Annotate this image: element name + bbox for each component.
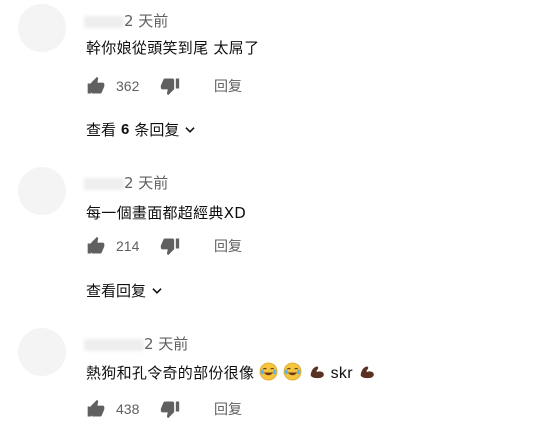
comment-meta: 2 天前 (84, 10, 168, 31)
comment-meta: 2 天前 (84, 333, 188, 354)
comment-actions: 438 回复 (86, 398, 242, 420)
comment-time[interactable]: 2 天前 (124, 12, 168, 30)
avatar[interactable] (18, 167, 66, 215)
comment-text: 幹你娘從頭笑到尾 太屌了 (86, 39, 260, 57)
view-replies-suffix: 条回复 (134, 121, 180, 139)
flexed-biceps-emoji (358, 363, 376, 385)
comment-time[interactable]: 2 天前 (124, 174, 168, 192)
comment-text-skr: skr (330, 365, 353, 382)
chevron-down-icon (150, 284, 164, 298)
face-with-tears-of-joy-emoji (259, 362, 278, 385)
comment-meta: 2 天前 (84, 172, 168, 193)
chevron-down-icon (183, 123, 197, 137)
thumb-up-icon[interactable] (86, 236, 106, 256)
flexed-biceps-emoji (308, 363, 326, 385)
like-count: 362 (116, 78, 140, 94)
comment-3: 2 天前 熱狗和孔令奇的部份很像 skr 438 回复 (0, 322, 553, 442)
thumb-down-icon[interactable] (160, 236, 180, 256)
like-count: 438 (116, 401, 140, 417)
reply-button[interactable]: 回复 (214, 76, 242, 96)
thumb-down-icon[interactable] (160, 399, 180, 419)
comment-text-main: 熱狗和孔令奇的部份很像 (86, 364, 255, 382)
author-name-redacted[interactable] (84, 177, 124, 190)
view-replies-prefix: 查看 (86, 121, 117, 139)
comment-text: 每一個畫面都超經典XD (86, 204, 247, 222)
comment-time[interactable]: 2 天前 (144, 335, 188, 353)
comment-text: 熱狗和孔令奇的部份很像 skr (86, 362, 376, 385)
view-replies-label: 查看回复 (86, 282, 147, 300)
reply-button[interactable]: 回复 (214, 236, 242, 256)
comment-1: 2 天前 幹你娘從頭笑到尾 太屌了 362 回复 查看 6 条回复 (0, 0, 553, 150)
like-count: 214 (116, 238, 140, 254)
comment-actions: 362 回复 (86, 75, 242, 97)
view-replies-button[interactable]: 查看 6 条回复 (86, 119, 197, 140)
thumb-down-icon[interactable] (160, 76, 180, 96)
avatar[interactable] (18, 328, 66, 376)
author-name-redacted[interactable] (84, 15, 124, 28)
comment-actions: 214 回复 (86, 235, 242, 257)
view-replies-button[interactable]: 查看回复 (86, 280, 164, 301)
thumb-up-icon[interactable] (86, 76, 106, 96)
avatar[interactable] (18, 4, 66, 52)
thumb-up-icon[interactable] (86, 399, 106, 419)
face-with-tears-of-joy-emoji (283, 362, 302, 385)
reply-count: 6 (121, 121, 130, 138)
reply-button[interactable]: 回复 (214, 399, 242, 419)
author-name-redacted[interactable] (84, 338, 144, 351)
comment-2: 2 天前 每一個畫面都超經典XD 214 回复 查看回复 (0, 160, 553, 310)
